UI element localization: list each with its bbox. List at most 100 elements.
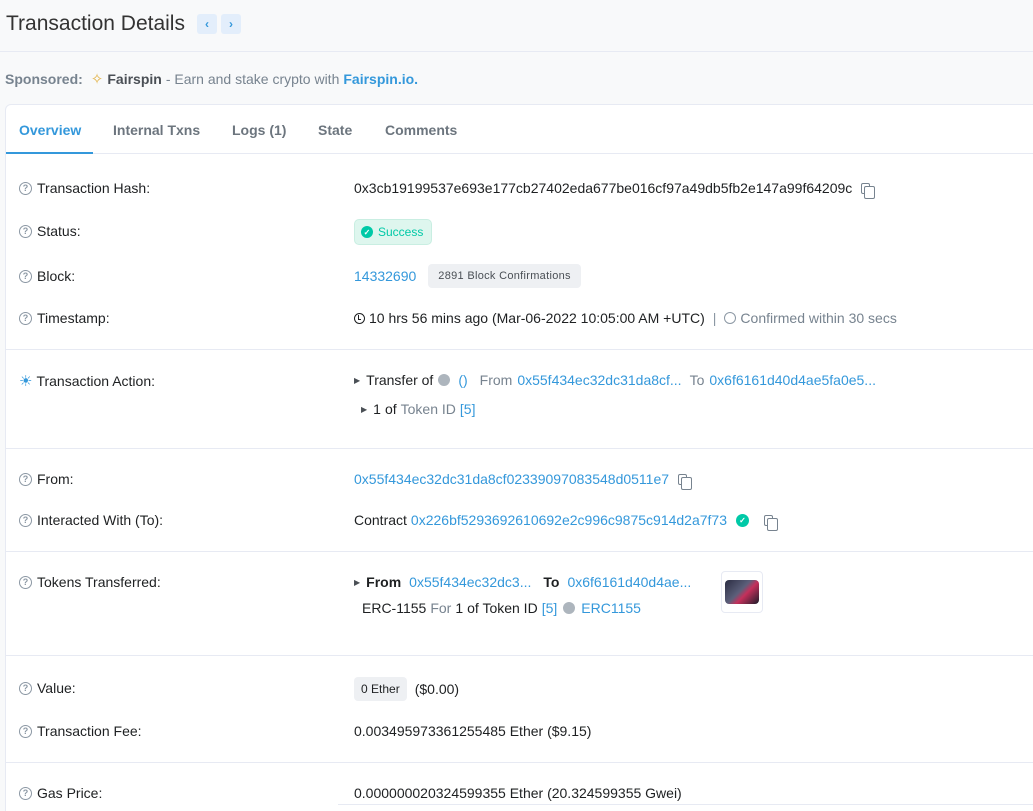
copy-icon[interactable] — [861, 182, 876, 199]
transaction-card: Overview Internal Txns Logs (1) State Co… — [5, 104, 1033, 811]
action-subrow: ▶ 1 of Token ID [5] — [361, 401, 475, 417]
sponsor-banner: Sponsored: ✧ Fairspin - Earn and stake c… — [5, 70, 418, 88]
action-label: Transaction Action: — [36, 373, 155, 389]
next-tx-button[interactable]: › — [220, 14, 241, 34]
help-icon[interactable]: ? — [19, 472, 32, 486]
tokens-of-token-id: of Token ID — [467, 600, 538, 616]
section-divider — [6, 349, 1033, 350]
token-icon — [563, 602, 576, 614]
action-token-id-link[interactable]: [5] — [460, 401, 476, 417]
gas-value-row: 0.000000020324599355 Ether (20.324599355… — [354, 785, 682, 801]
section-divider — [6, 448, 1033, 449]
tokens-value-row: ▶ From 0x55f434ec32dc3... To 0x6f6161d40… — [354, 574, 691, 590]
tx-hash-value-row: 0x3cb19199537e693e177cb27402eda677be016c… — [354, 180, 876, 199]
tokens-label-row: ? Tokens Transferred: — [19, 574, 161, 590]
caret-right-icon: ▶ — [354, 375, 361, 385]
section-divider — [6, 551, 1033, 552]
caret-right-icon: ▶ — [354, 577, 361, 587]
block-number-link[interactable]: 14332690 — [354, 268, 416, 284]
nft-thumbnail[interactable] — [721, 571, 763, 613]
status-label-row: ? Status: — [19, 223, 81, 239]
tokens-id-link[interactable]: [5] — [542, 600, 558, 616]
tokens-label: Tokens Transferred: — [37, 574, 161, 590]
from-label-row: ? From: — [19, 471, 74, 487]
tab-internal-txns[interactable]: Internal Txns — [113, 122, 200, 138]
help-icon[interactable]: ? — [19, 269, 32, 283]
to-label-row: ? Interacted With (To): — [19, 512, 163, 528]
clock-icon — [354, 312, 365, 324]
verified-check-icon: ✓ — [736, 513, 750, 527]
help-icon[interactable]: ? — [19, 224, 32, 238]
caret-right-icon: ▶ — [361, 404, 368, 414]
active-tab-indicator — [6, 152, 93, 154]
action-from-link[interactable]: 0x55f434ec32dc31da8cf... — [517, 372, 681, 388]
from-address-link[interactable]: 0x55f434ec32dc31da8cf02339097083548d0511… — [354, 471, 669, 487]
sponsor-brand[interactable]: Fairspin — [107, 71, 161, 87]
tokens-from-label: From — [366, 574, 402, 590]
tokens-name-link[interactable]: ERC1155 — [581, 600, 641, 616]
tokens-to-link[interactable]: 0x6f6161d40d4ae... — [567, 574, 691, 590]
timer-icon — [724, 312, 737, 324]
check-circle-icon: ✓ — [361, 226, 373, 238]
to-row-label: Interacted With (To): — [37, 512, 164, 528]
ether-value-badge: 0 Ether — [354, 677, 407, 701]
timestamp-label: Timestamp: — [37, 310, 110, 326]
fee-label-row: ? Transaction Fee: — [19, 723, 142, 739]
sponsor-label: Sponsored: — [5, 71, 83, 87]
page-header: Transaction Details ‹ › — [6, 12, 241, 36]
action-token-id-label: Token ID — [400, 401, 456, 417]
tx-hash-label-row: ? Transaction Hash: — [19, 180, 150, 196]
timestamp-label-row: ? Timestamp: — [19, 310, 110, 326]
value-label: Value: — [37, 680, 76, 696]
tab-logs[interactable]: Logs (1) — [232, 122, 286, 138]
to-value-row: Contract 0x226bf5293692610692e2c996c9875… — [354, 512, 779, 531]
block-label: Block: — [37, 268, 76, 284]
tab-state[interactable]: State — [318, 122, 352, 138]
bottom-edge — [338, 804, 1033, 811]
help-icon[interactable]: ? — [19, 681, 32, 695]
help-icon[interactable]: ? — [19, 311, 32, 325]
block-confirmations-badge: 2891 Block Confirmations — [428, 264, 581, 288]
status-value-row: ✓ Success — [354, 219, 433, 245]
to-label: To — [689, 372, 705, 388]
help-icon[interactable]: ? — [19, 513, 32, 527]
tokens-qty: 1 — [455, 600, 464, 616]
tx-hash-label: Transaction Hash: — [37, 180, 151, 196]
fairspin-logo-icon: ✧ — [90, 71, 104, 88]
status-badge: ✓ Success — [354, 219, 433, 245]
help-icon[interactable]: ? — [19, 575, 32, 589]
section-divider — [6, 655, 1033, 656]
tx-hash-value: 0x3cb19199537e693e177cb27402eda677be016c… — [354, 180, 853, 196]
prev-tx-button[interactable]: ‹ — [196, 14, 217, 34]
tokens-to-label: To — [543, 574, 560, 590]
lightbulb-icon: ☀ — [19, 373, 33, 390]
token-icon — [438, 374, 451, 386]
action-to-link[interactable]: 0x6f6161d40d4ae5fa0e5... — [709, 372, 876, 388]
section-divider — [6, 762, 1033, 763]
action-value-row: ▶ Transfer of () From 0x55f434ec32dc31da… — [354, 372, 876, 388]
token-link[interactable]: () — [458, 372, 467, 388]
tokens-subrow: ERC-1155 For 1 of Token ID [5] ERC1155 — [362, 600, 641, 616]
status-label: Status: — [37, 223, 81, 239]
contract-address-link[interactable]: 0x226bf5293692610692e2c996c9875c914d2a7f… — [411, 512, 727, 528]
tab-comments[interactable]: Comments — [385, 122, 457, 138]
tab-overview[interactable]: Overview — [19, 122, 81, 138]
help-icon[interactable]: ? — [19, 724, 32, 738]
contract-prefix: Contract — [354, 512, 407, 528]
status-text: Success — [378, 225, 424, 239]
copy-icon[interactable] — [678, 473, 693, 490]
fee-value-row: 0.003495973361255485 Ether ($9.15) — [354, 723, 591, 739]
from-value-row: 0x55f434ec32dc31da8cf02339097083548d0511… — [354, 471, 693, 490]
tokens-from-link[interactable]: 0x55f434ec32dc3... — [409, 574, 531, 590]
token-standard: ERC-1155 — [362, 600, 427, 616]
tokens-for: For — [430, 600, 452, 616]
help-icon[interactable]: ? — [19, 786, 32, 800]
help-icon[interactable]: ? — [19, 181, 32, 195]
separator: | — [712, 310, 717, 326]
sponsor-text: - Earn and stake crypto with — [165, 71, 340, 87]
gas-label-row: ? Gas Price: — [19, 785, 102, 801]
block-label-row: ? Block: — [19, 268, 75, 284]
sponsor-link[interactable]: Fairspin.io. — [343, 71, 418, 87]
copy-icon[interactable] — [764, 514, 779, 531]
fee-label: Transaction Fee: — [37, 723, 142, 739]
